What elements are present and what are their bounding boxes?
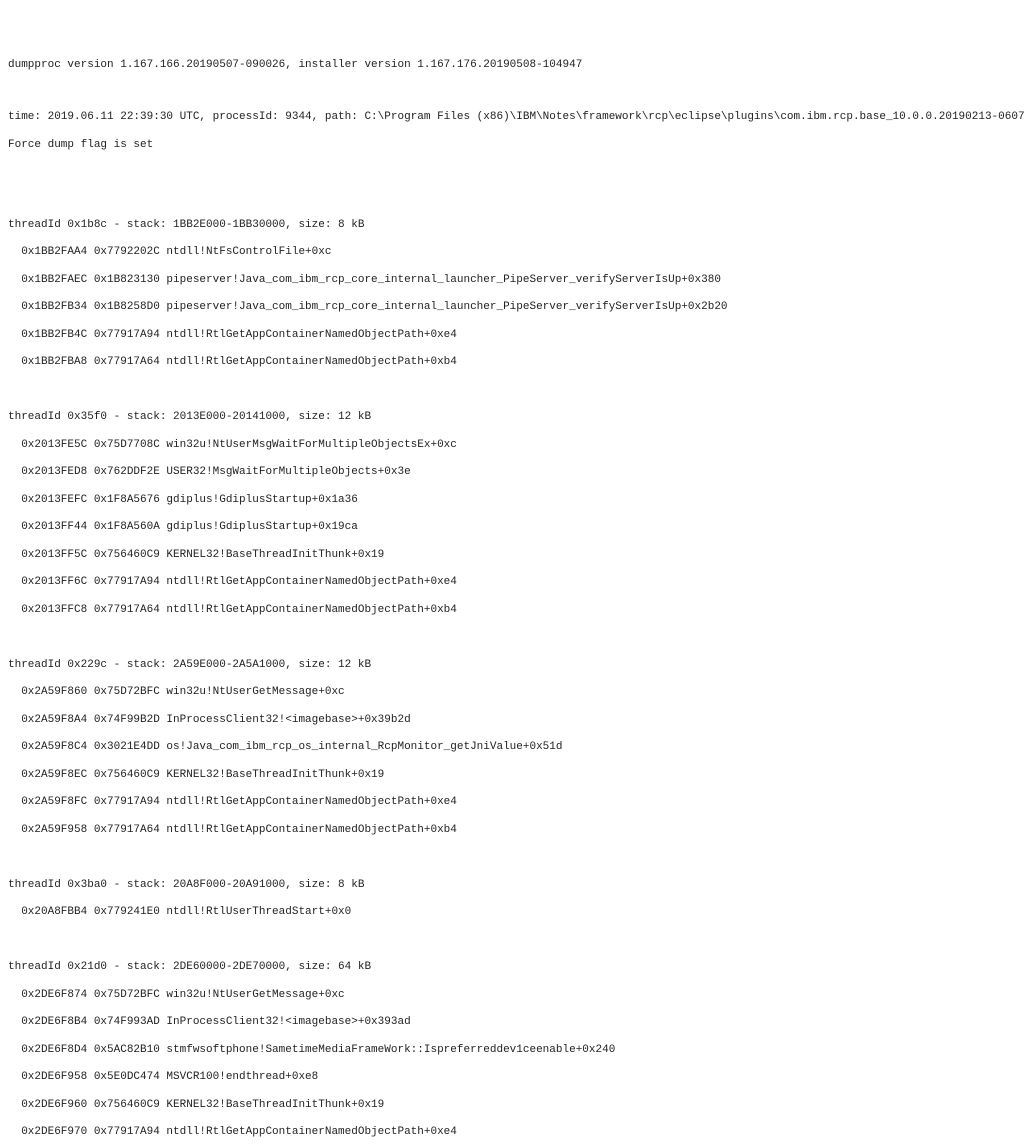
- thread-4-frame: 0x2DE6F8D4 0x5AC82B10 stmfwsoftphone!Sam…: [8, 1044, 1016, 1058]
- time-line: time: 2019.06.11 22:39:30 UTC, processId…: [8, 111, 1016, 125]
- thread-2-frame: 0x2A59F860 0x75D72BFC win32u!NtUserGetMe…: [8, 686, 1016, 700]
- thread-2-frame: 0x2A59F8A4 0x74F99B2D InProcessClient32!…: [8, 714, 1016, 728]
- thread-1-frame: 0x2013FFC8 0x77917A64 ntdll!RtlGetAppCon…: [8, 604, 1016, 618]
- thread-1-header: threadId 0x35f0 - stack: 2013E000-201410…: [8, 411, 1016, 425]
- thread-1-frame: 0x2013FF44 0x1F8A560A gdiplus!GdiplusSta…: [8, 521, 1016, 535]
- force-dump-line: Force dump flag is set: [8, 139, 1016, 153]
- thread-0-frame: 0x1BB2FAEC 0x1B823130 pipeserver!Java_co…: [8, 274, 1016, 288]
- thread-0-frame: 0x1BB2FAA4 0x7792202C ntdll!NtFsControlF…: [8, 246, 1016, 260]
- thread-2-frame: 0x2A59F8C4 0x3021E4DD os!Java_com_ibm_rc…: [8, 741, 1016, 755]
- thread-0-frame: 0x1BB2FB34 0x1B8258D0 pipeserver!Java_co…: [8, 301, 1016, 315]
- thread-3-header: threadId 0x3ba0 - stack: 20A8F000-20A910…: [8, 879, 1016, 893]
- thread-1-frame: 0x2013FF5C 0x756460C9 KERNEL32!BaseThrea…: [8, 549, 1016, 563]
- thread-2-frame: 0x2A59F8FC 0x77917A94 ntdll!RtlGetAppCon…: [8, 796, 1016, 810]
- thread-4-header: threadId 0x21d0 - stack: 2DE60000-2DE700…: [8, 961, 1016, 975]
- thread-4-frame: 0x2DE6F958 0x5E0DC474 MSVCR100!endthread…: [8, 1071, 1016, 1085]
- thread-0-header: threadId 0x1b8c - stack: 1BB2E000-1BB300…: [8, 219, 1016, 233]
- thread-1-frame: 0x2013FEFC 0x1F8A5676 gdiplus!GdiplusSta…: [8, 494, 1016, 508]
- thread-4-frame: 0x2DE6F8B4 0x74F993AD InProcessClient32!…: [8, 1016, 1016, 1030]
- thread-2-frame: 0x2A59F8EC 0x756460C9 KERNEL32!BaseThrea…: [8, 769, 1016, 783]
- thread-1-frame: 0x2013FE5C 0x75D7708C win32u!NtUserMsgWa…: [8, 439, 1016, 453]
- thread-4-frame: 0x2DE6F970 0x77917A94 ntdll!RtlGetAppCon…: [8, 1126, 1016, 1140]
- thread-4-frame: 0x2DE6F874 0x75D72BFC win32u!NtUserGetMe…: [8, 989, 1016, 1003]
- thread-3-frame: 0x20A8FBB4 0x779241E0 ntdll!RtlUserThrea…: [8, 906, 1016, 920]
- thread-4-frame: 0x2DE6F960 0x756460C9 KERNEL32!BaseThrea…: [8, 1099, 1016, 1113]
- header-line: dumpproc version 1.167.166.20190507-0900…: [8, 59, 1016, 73]
- thread-0-frame: 0x1BB2FBA8 0x77917A64 ntdll!RtlGetAppCon…: [8, 356, 1016, 370]
- blank-line: [8, 166, 1016, 177]
- thread-2-header: threadId 0x229c - stack: 2A59E000-2A5A10…: [8, 659, 1016, 673]
- thread-0-frame: 0x1BB2FB4C 0x77917A94 ntdll!RtlGetAppCon…: [8, 329, 1016, 343]
- thread-1-frame: 0x2013FED8 0x762DDF2E USER32!MsgWaitForM…: [8, 466, 1016, 480]
- blank-line: [8, 87, 1016, 98]
- thread-1-frame: 0x2013FF6C 0x77917A94 ntdll!RtlGetAppCon…: [8, 576, 1016, 590]
- thread-2-frame: 0x2A59F958 0x77917A64 ntdll!RtlGetAppCon…: [8, 824, 1016, 838]
